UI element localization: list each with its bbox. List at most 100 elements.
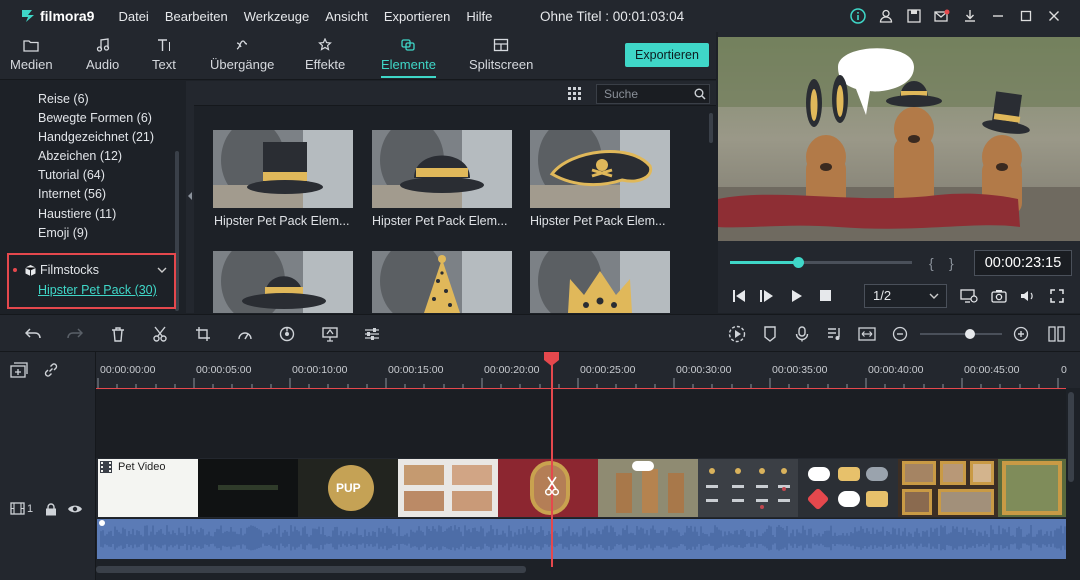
maximize-icon[interactable]	[1012, 6, 1040, 26]
save-icon[interactable]	[900, 6, 928, 26]
info-icon[interactable]	[844, 6, 872, 26]
undo-icon[interactable]	[24, 325, 42, 343]
tab-elemente[interactable]: Elemente	[381, 38, 436, 78]
close-icon[interactable]	[1040, 6, 1068, 26]
redo-icon[interactable]	[66, 325, 84, 343]
fullscreen-icon[interactable]	[1050, 289, 1064, 303]
element-thumb-crown[interactable]	[530, 251, 670, 313]
menu-exportieren[interactable]: Exportieren	[384, 9, 450, 24]
zoom-slider-handle[interactable]	[965, 329, 975, 339]
empty-track-area[interactable]	[96, 390, 1066, 458]
export-button[interactable]: Exportieren	[625, 43, 709, 67]
fit-timeline-icon[interactable]	[858, 325, 876, 343]
playhead-line[interactable]	[551, 352, 553, 567]
category-item[interactable]: Bewegte Formen (6)	[38, 111, 152, 125]
filmstocks-hipster-pet-pack[interactable]: Hipster Pet Pack (30)	[38, 283, 157, 297]
stop-icon[interactable]	[820, 290, 832, 302]
element-thumb-pirate-hat[interactable]	[530, 130, 670, 208]
cut-icon[interactable]	[151, 325, 169, 343]
clip-badge[interactable]: PUP	[298, 459, 398, 517]
element-thumb-fedora[interactable]	[213, 251, 353, 313]
display-settings-icon[interactable]	[960, 288, 978, 304]
clip-dark-title[interactable]	[198, 459, 298, 517]
clip-pet-video[interactable]: Pet Video	[98, 459, 198, 517]
audio-keyframe-handle[interactable]	[99, 520, 105, 526]
mark-out-icon[interactable]: }	[949, 255, 954, 271]
snapshot-icon[interactable]	[991, 289, 1007, 303]
skip-back-icon[interactable]	[732, 290, 746, 302]
eye-icon[interactable]	[67, 503, 83, 515]
search-input[interactable]: Suche	[596, 84, 710, 104]
search-icon[interactable]	[694, 88, 706, 100]
category-item[interactable]: Reise (6)	[38, 92, 89, 106]
clip-cats-grid[interactable]	[398, 459, 498, 517]
time-ruler[interactable]: 00:00:00:00 00:00:05:00 00:00:10:00 00:0…	[96, 352, 1080, 388]
zoom-out-icon[interactable]	[891, 325, 909, 343]
speed-icon[interactable]	[236, 325, 254, 343]
download-icon[interactable]	[956, 6, 984, 26]
category-item[interactable]: Handgezeichnet (21)	[38, 130, 154, 144]
volume-icon[interactable]	[1020, 290, 1036, 302]
minimize-icon[interactable]	[984, 6, 1012, 26]
add-track-icon[interactable]	[10, 362, 28, 378]
color-icon[interactable]	[278, 325, 296, 343]
menu-datei[interactable]: Datei	[118, 9, 148, 24]
playback-quality-select[interactable]: 1/2	[864, 284, 947, 308]
clip-speech-bubbles[interactable]	[798, 459, 898, 517]
menu-bearbeiten[interactable]: Bearbeiten	[165, 9, 228, 24]
element-thumb-bowler-hat[interactable]	[372, 130, 512, 208]
filmora-logo-icon	[22, 10, 34, 22]
tab-splitscreen[interactable]: Splitscreen	[469, 38, 533, 72]
clip-dogs-hats[interactable]	[598, 459, 698, 517]
preview-scrubber-handle[interactable]	[793, 257, 804, 268]
tab-effekte[interactable]: Effekte	[305, 38, 345, 72]
category-item[interactable]: Emoji (9)	[38, 226, 88, 240]
library-scrollbar[interactable]	[709, 113, 713, 143]
link-icon[interactable]	[43, 362, 59, 378]
element-thumb-top-hat[interactable]	[213, 130, 353, 208]
playhead-handle[interactable]	[544, 352, 559, 366]
chevron-down-icon[interactable]	[157, 267, 167, 274]
menu-hilfe[interactable]: Hilfe	[466, 9, 492, 24]
audio-track-waveform[interactable]	[97, 519, 1066, 559]
mail-icon[interactable]	[928, 6, 956, 26]
element-thumb-party-hat[interactable]	[372, 251, 512, 313]
timeline-vertical-scrollbar[interactable]	[1068, 392, 1074, 482]
tab-text[interactable]: Text	[152, 38, 176, 72]
category-item[interactable]: Abzeichen (12)	[38, 149, 122, 163]
category-item[interactable]: Tutorial (64)	[38, 168, 105, 182]
green-screen-icon[interactable]	[321, 325, 339, 343]
voiceover-icon[interactable]	[793, 325, 811, 343]
mark-in-icon[interactable]: {	[929, 255, 934, 271]
clip-photo-frames[interactable]	[898, 459, 998, 517]
zoom-in-icon[interactable]	[1012, 325, 1030, 343]
render-icon[interactable]	[728, 325, 746, 343]
grid-view-icon[interactable]	[568, 87, 582, 101]
adjust-icon[interactable]	[363, 325, 381, 343]
crop-icon[interactable]	[194, 325, 212, 343]
marker-icon[interactable]	[761, 325, 779, 343]
step-play-icon[interactable]	[760, 290, 774, 302]
audio-mixer-icon[interactable]	[826, 325, 844, 343]
clip-cat-frame[interactable]	[998, 459, 1066, 517]
preview-scrubber-track[interactable]	[730, 257, 912, 268]
filmstocks-header[interactable]: Filmstocks	[13, 263, 99, 277]
play-icon[interactable]	[791, 290, 803, 302]
account-icon[interactable]	[872, 6, 900, 26]
timeline-scrollbar[interactable]	[96, 566, 526, 573]
zoom-slider-track[interactable]	[920, 329, 1002, 339]
lock-icon[interactable]	[45, 503, 57, 516]
category-item[interactable]: Internet (56)	[38, 187, 106, 201]
menu-werkzeuge[interactable]: Werkzeuge	[244, 9, 310, 24]
split-scissors-icon[interactable]	[542, 471, 562, 501]
tab-uebergaenge[interactable]: Übergänge	[210, 38, 274, 72]
sidebar-collapse-handle[interactable]	[186, 81, 194, 313]
delete-icon[interactable]	[109, 325, 127, 343]
tab-audio[interactable]: Audio	[86, 38, 119, 72]
clip-elements-sheet[interactable]	[698, 459, 798, 517]
panel-layout-icon[interactable]	[1046, 325, 1068, 343]
tab-medien[interactable]: Medien	[10, 38, 53, 72]
menu-ansicht[interactable]: Ansicht	[325, 9, 368, 24]
category-item[interactable]: Haustiere (11)	[38, 207, 116, 221]
app-logo: filmora9	[20, 8, 94, 24]
